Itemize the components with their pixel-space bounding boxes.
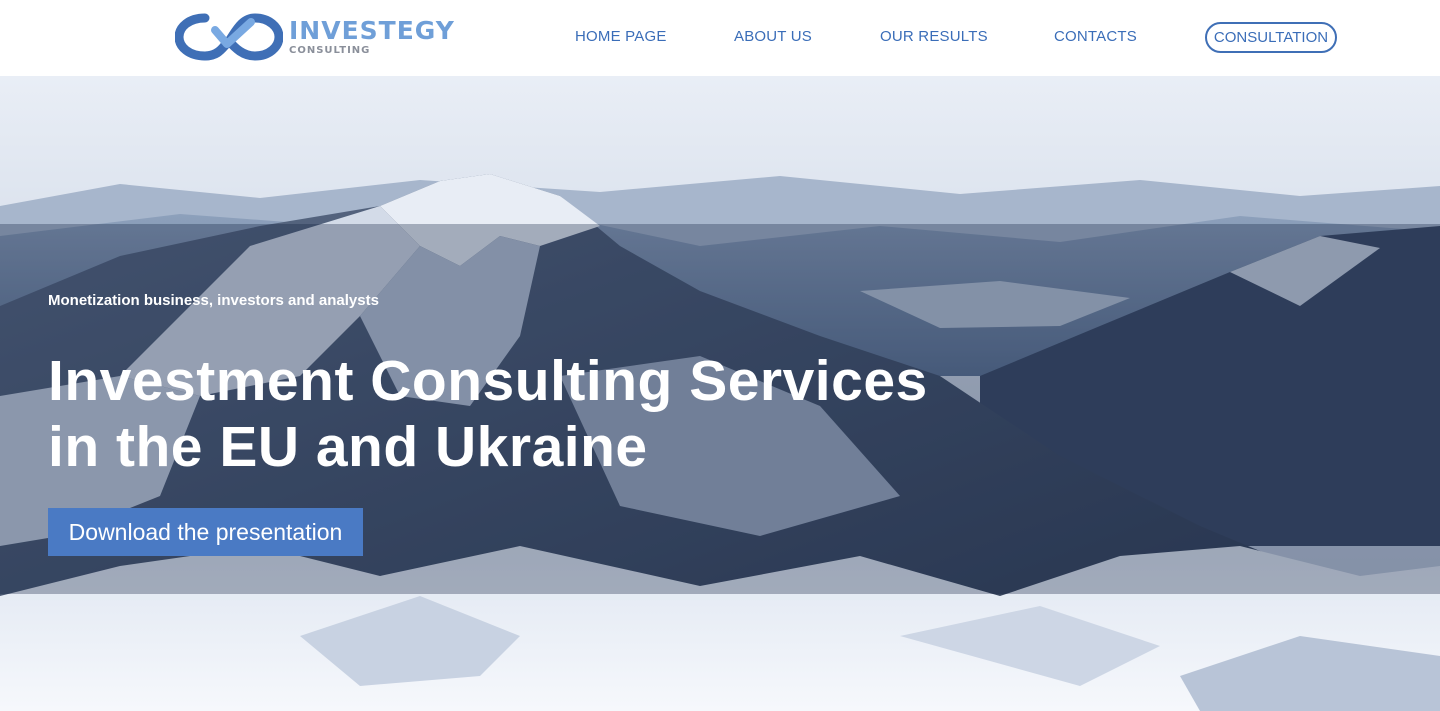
consultation-button[interactable]: CONSULTATION — [1205, 22, 1337, 53]
nav-about-us[interactable]: ABOUT US — [734, 28, 812, 45]
nav-contacts[interactable]: CONTACTS — [1054, 28, 1137, 45]
nav-home[interactable]: HOME PAGE — [575, 28, 667, 45]
hero-section: Monetization business, investors and ana… — [0, 76, 1440, 711]
main-nav: HOME PAGE ABOUT US OUR RESULTS CONTACTS … — [0, 0, 1440, 76]
download-presentation-button[interactable]: Download the presentation — [48, 508, 363, 556]
nav-our-results[interactable]: OUR RESULTS — [880, 28, 988, 45]
hero-title: Investment Consulting Services in the EU… — [48, 348, 1048, 480]
site-header: INVESTEGY CONSULTING HOME PAGE ABOUT US … — [0, 0, 1440, 76]
hero-title-line-1: Investment Consulting Services — [48, 349, 928, 413]
hero-eyebrow: Monetization business, investors and ana… — [48, 292, 379, 309]
hero-title-line-2: in the EU and Ukraine — [48, 415, 648, 479]
